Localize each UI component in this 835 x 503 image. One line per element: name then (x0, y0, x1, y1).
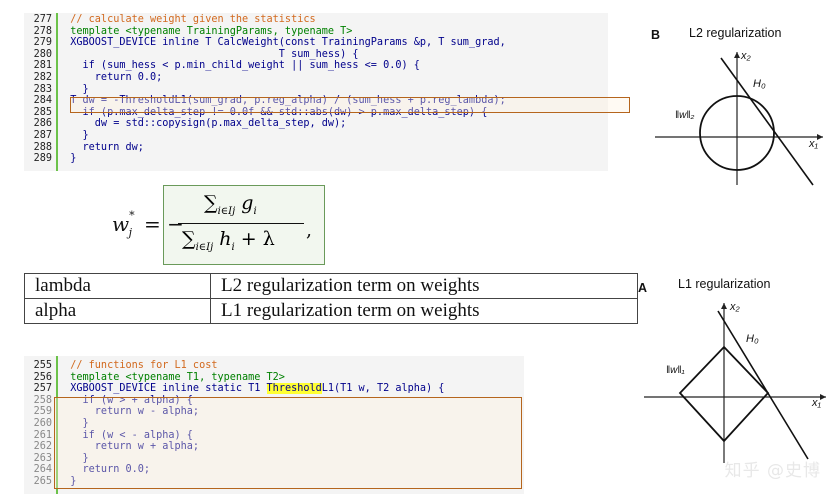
weight-formula: w*j = − ∑i∈Ij gi ∑i∈Ij hi + λ , (112, 185, 325, 265)
x1-label: x₁ (812, 397, 821, 409)
figure-l2-regularization: B L2 regularization x₂ x₁ H₀ ‖w‖₂ (645, 20, 830, 190)
formula-lhs: w*j (112, 209, 135, 239)
code-line: 287 } (24, 130, 506, 142)
code-text: T sum_hess) { (58, 48, 359, 60)
param-name: alpha (24, 298, 211, 324)
code-line: 255 // functions for L1 cost (24, 360, 444, 372)
params-table: lambda L2 regularization term on weights… (24, 273, 638, 324)
formula-fraction-bar (178, 223, 304, 225)
param-desc: L2 regularization term on weights (210, 273, 638, 299)
highlight-box-threshold-body (54, 397, 522, 489)
code-text: XGBOOST_DEVICE inline T CalcWeight(const… (58, 37, 506, 49)
code-text: return dw; (58, 141, 144, 153)
x2-label: x₂ (730, 301, 740, 313)
line-number: 286 (33, 118, 52, 130)
x2-arrow (734, 52, 740, 58)
param-name: lambda (24, 273, 211, 299)
code-text: template <typename TrainingParams, typen… (58, 25, 353, 37)
hyperplane-h0 (717, 310, 809, 460)
line-number: 262 (33, 441, 52, 453)
line-number: 265 (33, 475, 52, 487)
figure-l1-regularization: A L1 regularization x₂ x₁ H₀ ‖w‖₁ (636, 273, 831, 473)
code-line: 277 // calculate weight given the statis… (24, 14, 506, 26)
formula-numerator: ∑i∈Ij gi (204, 192, 257, 217)
h0-label: H₀ (746, 333, 759, 345)
code-text: if (sum_hess < p.min_child_weight || sum… (58, 60, 420, 72)
line-number: 281 (33, 60, 52, 72)
norm-label: ‖w‖₂ (675, 110, 695, 121)
line-number: 261 (33, 429, 52, 441)
code-text: } (58, 83, 89, 95)
code-text: template <typename T1, typename T2> (58, 371, 285, 383)
search-match-highlight: Threshold (266, 383, 322, 395)
formula-denominator: ∑i∈Ij hi + λ (182, 228, 275, 253)
line-number: 280 (33, 48, 52, 60)
code-text: XGBOOST_DEVICE inline static T1 Threshol… (58, 383, 445, 395)
code-line: 286 dw = std::copysign(p.max_delta_step,… (24, 118, 506, 130)
code-line: 257 XGBOOST_DEVICE inline static T1 Thre… (24, 383, 444, 395)
table-row: alpha L1 regularization term on weights (24, 298, 638, 324)
hyperplane-h0 (720, 57, 814, 186)
code-lines: 277 // calculate weight given the statis… (24, 14, 506, 165)
table-row: lambda L2 regularization term on weights (24, 273, 638, 299)
code-line: 288 return dw; (24, 142, 506, 154)
line-number: 282 (33, 71, 52, 83)
line-number: 260 (33, 417, 52, 429)
code-line: 256 template <typename T1, typename T2> (24, 372, 444, 384)
code-line: 278 template <typename TrainingParams, t… (24, 26, 506, 38)
line-number: 277 (33, 14, 52, 25)
line-number: 279 (33, 37, 52, 49)
line-number: 256 (33, 371, 52, 383)
norm-label: ‖w‖₁ (666, 365, 685, 376)
line-number: 288 (33, 141, 52, 153)
line-number: 255 (33, 360, 52, 371)
code-text: // calculate weight given the statistics (58, 14, 316, 25)
line-number: 283 (33, 83, 52, 95)
code-text: } (58, 129, 89, 141)
code-text: return 0.0; (58, 71, 163, 83)
code-line: 279 XGBOOST_DEVICE inline T CalcWeight(c… (24, 37, 506, 49)
x1-label: x₁ (809, 138, 818, 150)
line-number: 263 (33, 452, 52, 464)
line-number: 284 (33, 95, 52, 107)
code-text: dw = std::copysign(p.max_delta_step, dw)… (58, 118, 347, 130)
highlight-box-dw-line (70, 97, 630, 113)
line-number: 264 (33, 464, 52, 476)
code-block-calcweight: 277 // calculate weight given the statis… (24, 13, 608, 171)
l2-diagram (655, 52, 823, 186)
line-number: 259 (33, 406, 52, 418)
code-line: 283 } (24, 84, 506, 96)
line-number: 278 (33, 25, 52, 37)
line-number: 258 (33, 394, 52, 406)
code-text: // functions for L1 cost (58, 360, 218, 371)
line-number: 285 (33, 106, 52, 118)
code-line: 282 return 0.0; (24, 72, 506, 84)
code-line: 280 T sum_hess) { (24, 49, 506, 61)
h0-label: H₀ (753, 78, 766, 90)
code-line: 289 } (24, 153, 506, 165)
x2-arrow (721, 303, 727, 309)
line-number: 287 (33, 129, 52, 141)
param-desc: L1 regularization term on weights (210, 298, 638, 324)
x2-label: x₂ (741, 50, 751, 62)
zhihu-watermark: 知乎 @史博 (724, 461, 821, 481)
line-number: 257 (33, 383, 52, 395)
code-text: } (58, 153, 77, 165)
formula-comma: , (306, 219, 313, 241)
code-line: 281 if (sum_hess < p.min_child_weight ||… (24, 60, 506, 72)
line-number: 289 (33, 153, 52, 165)
